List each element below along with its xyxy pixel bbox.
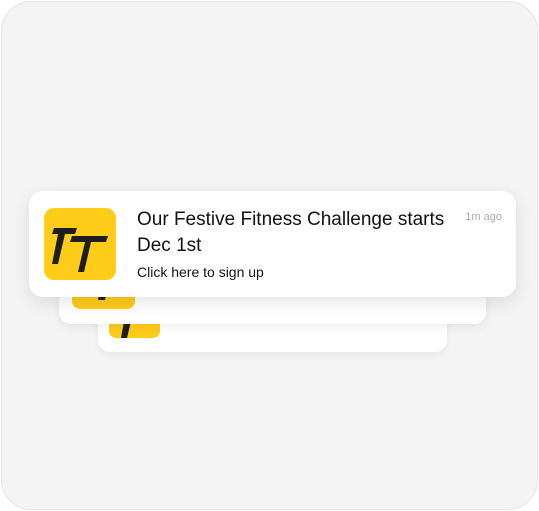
notification-timestamp: 1m ago (465, 211, 502, 223)
brand-logo-icon (44, 208, 116, 280)
notification-title: Our Festive Fitness Challenge starts Dec… (137, 209, 445, 256)
notification-card[interactable]: Our Festive Fitness Challenge starts Dec… (29, 191, 516, 297)
notification-subtitle: Click here to sign up (137, 264, 264, 280)
notification-panel: Our Festive Fitness Challenge starts Dec… (1, 1, 538, 510)
